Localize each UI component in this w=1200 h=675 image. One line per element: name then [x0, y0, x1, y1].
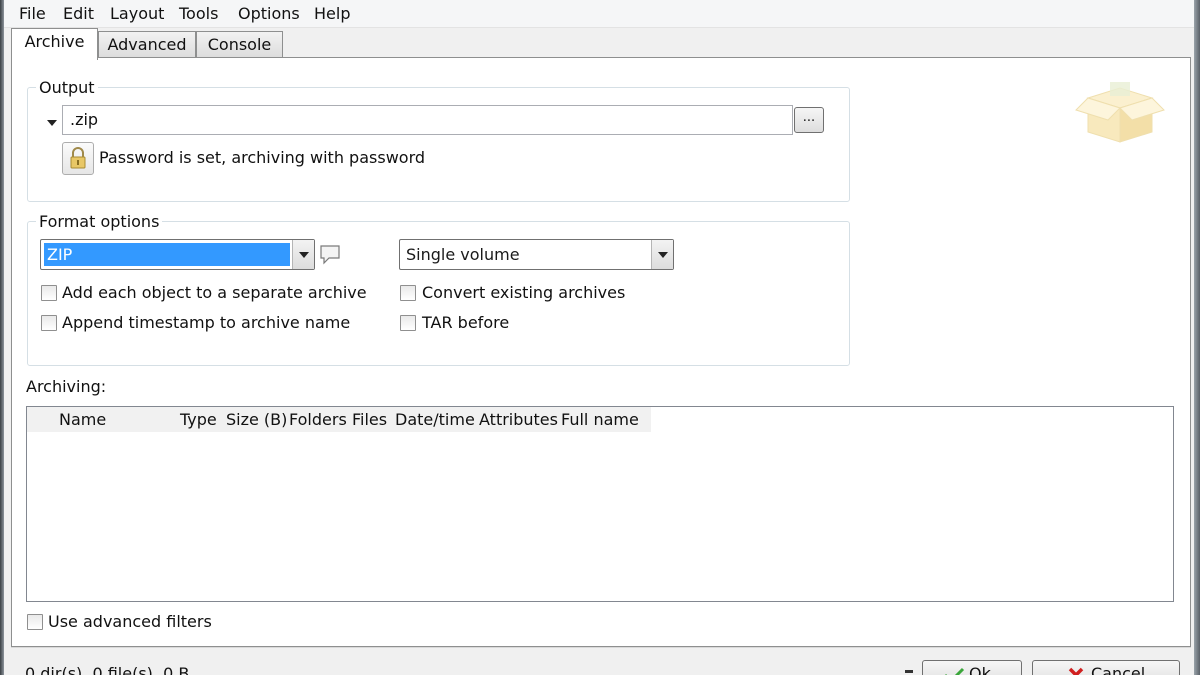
advanced-filters-checkbox[interactable] — [27, 614, 43, 630]
format-options-title: Format options — [36, 213, 163, 231]
lock-icon — [70, 147, 86, 169]
column-files[interactable]: Files — [352, 410, 387, 430]
convert-existing-checkbox[interactable] — [400, 285, 416, 301]
window-right-edge — [1194, 0, 1200, 675]
menu-file[interactable]: File — [19, 4, 46, 24]
tab-advanced[interactable]: Advanced — [98, 31, 196, 58]
cancel-button[interactable]: Cancel — [1032, 660, 1180, 675]
menu-edit[interactable]: Edit — [63, 4, 94, 24]
dropdown-arrow-icon — [292, 240, 314, 269]
list-header: Name Type Size (B) Folders Files Date/ti… — [27, 407, 651, 432]
comment-icon[interactable] — [318, 244, 342, 266]
output-path-input[interactable]: .zip — [62, 105, 793, 135]
volume-select[interactable]: Single volume — [399, 239, 674, 270]
append-timestamp-label: Append timestamp to archive name — [62, 313, 351, 332]
window-left-edge — [0, 0, 4, 675]
archive-box-icon — [1074, 76, 1166, 146]
column-type[interactable]: Type — [180, 410, 217, 430]
separate-archive-checkbox[interactable] — [41, 285, 57, 301]
ok-button[interactable]: Ok — [922, 660, 1022, 675]
volume-select-value: Single volume — [406, 245, 520, 264]
tab-archive[interactable]: Archive — [11, 28, 98, 60]
column-folders[interactable]: Folders — [289, 410, 347, 430]
dropdown-arrow-icon — [651, 240, 673, 269]
status-separator — [11, 647, 1191, 648]
append-timestamp-checkbox[interactable] — [41, 315, 57, 331]
tar-before-checkbox[interactable] — [400, 315, 416, 331]
column-datetime[interactable]: Date/time — [395, 410, 475, 430]
menu-tools[interactable]: Tools — [179, 4, 218, 24]
browse-button[interactable]: ... — [794, 107, 824, 133]
password-button[interactable] — [62, 142, 94, 175]
column-name[interactable]: Name — [59, 410, 106, 430]
menu-bar: File Edit Layout Tools Options Help — [4, 0, 1194, 28]
cancel-button-label: Cancel — [1091, 664, 1146, 675]
column-size[interactable]: Size (B) — [226, 410, 287, 430]
separator-dash — [905, 670, 913, 673]
format-select-value: ZIP — [44, 243, 290, 266]
column-attributes[interactable]: Attributes — [479, 410, 558, 430]
tab-console[interactable]: Console — [196, 31, 283, 58]
cancel-x-icon — [1068, 667, 1084, 675]
convert-existing-label: Convert existing archives — [422, 283, 626, 302]
status-summary: 0 dir(s), 0 file(s), 0 B — [25, 664, 190, 675]
separate-archive-label: Add each object to a separate archive — [62, 283, 367, 302]
menu-options[interactable]: Options — [238, 4, 300, 24]
menu-layout[interactable]: Layout — [110, 4, 164, 24]
archiving-list[interactable]: Name Type Size (B) Folders Files Date/ti… — [26, 406, 1174, 602]
checkmark-icon — [945, 667, 965, 675]
ok-button-label: Ok — [969, 664, 991, 675]
menu-help[interactable]: Help — [314, 4, 350, 24]
tar-before-label: TAR before — [422, 313, 510, 332]
output-group-title: Output — [36, 79, 98, 97]
format-select[interactable]: ZIP — [40, 239, 315, 270]
archiving-label: Archiving: — [26, 377, 107, 396]
column-full-name[interactable]: Full name — [561, 410, 639, 430]
password-status-text: Password is set, archiving with password — [99, 148, 426, 167]
path-history-arrow-icon[interactable] — [46, 114, 58, 126]
advanced-filters-label: Use advanced filters — [48, 612, 212, 631]
